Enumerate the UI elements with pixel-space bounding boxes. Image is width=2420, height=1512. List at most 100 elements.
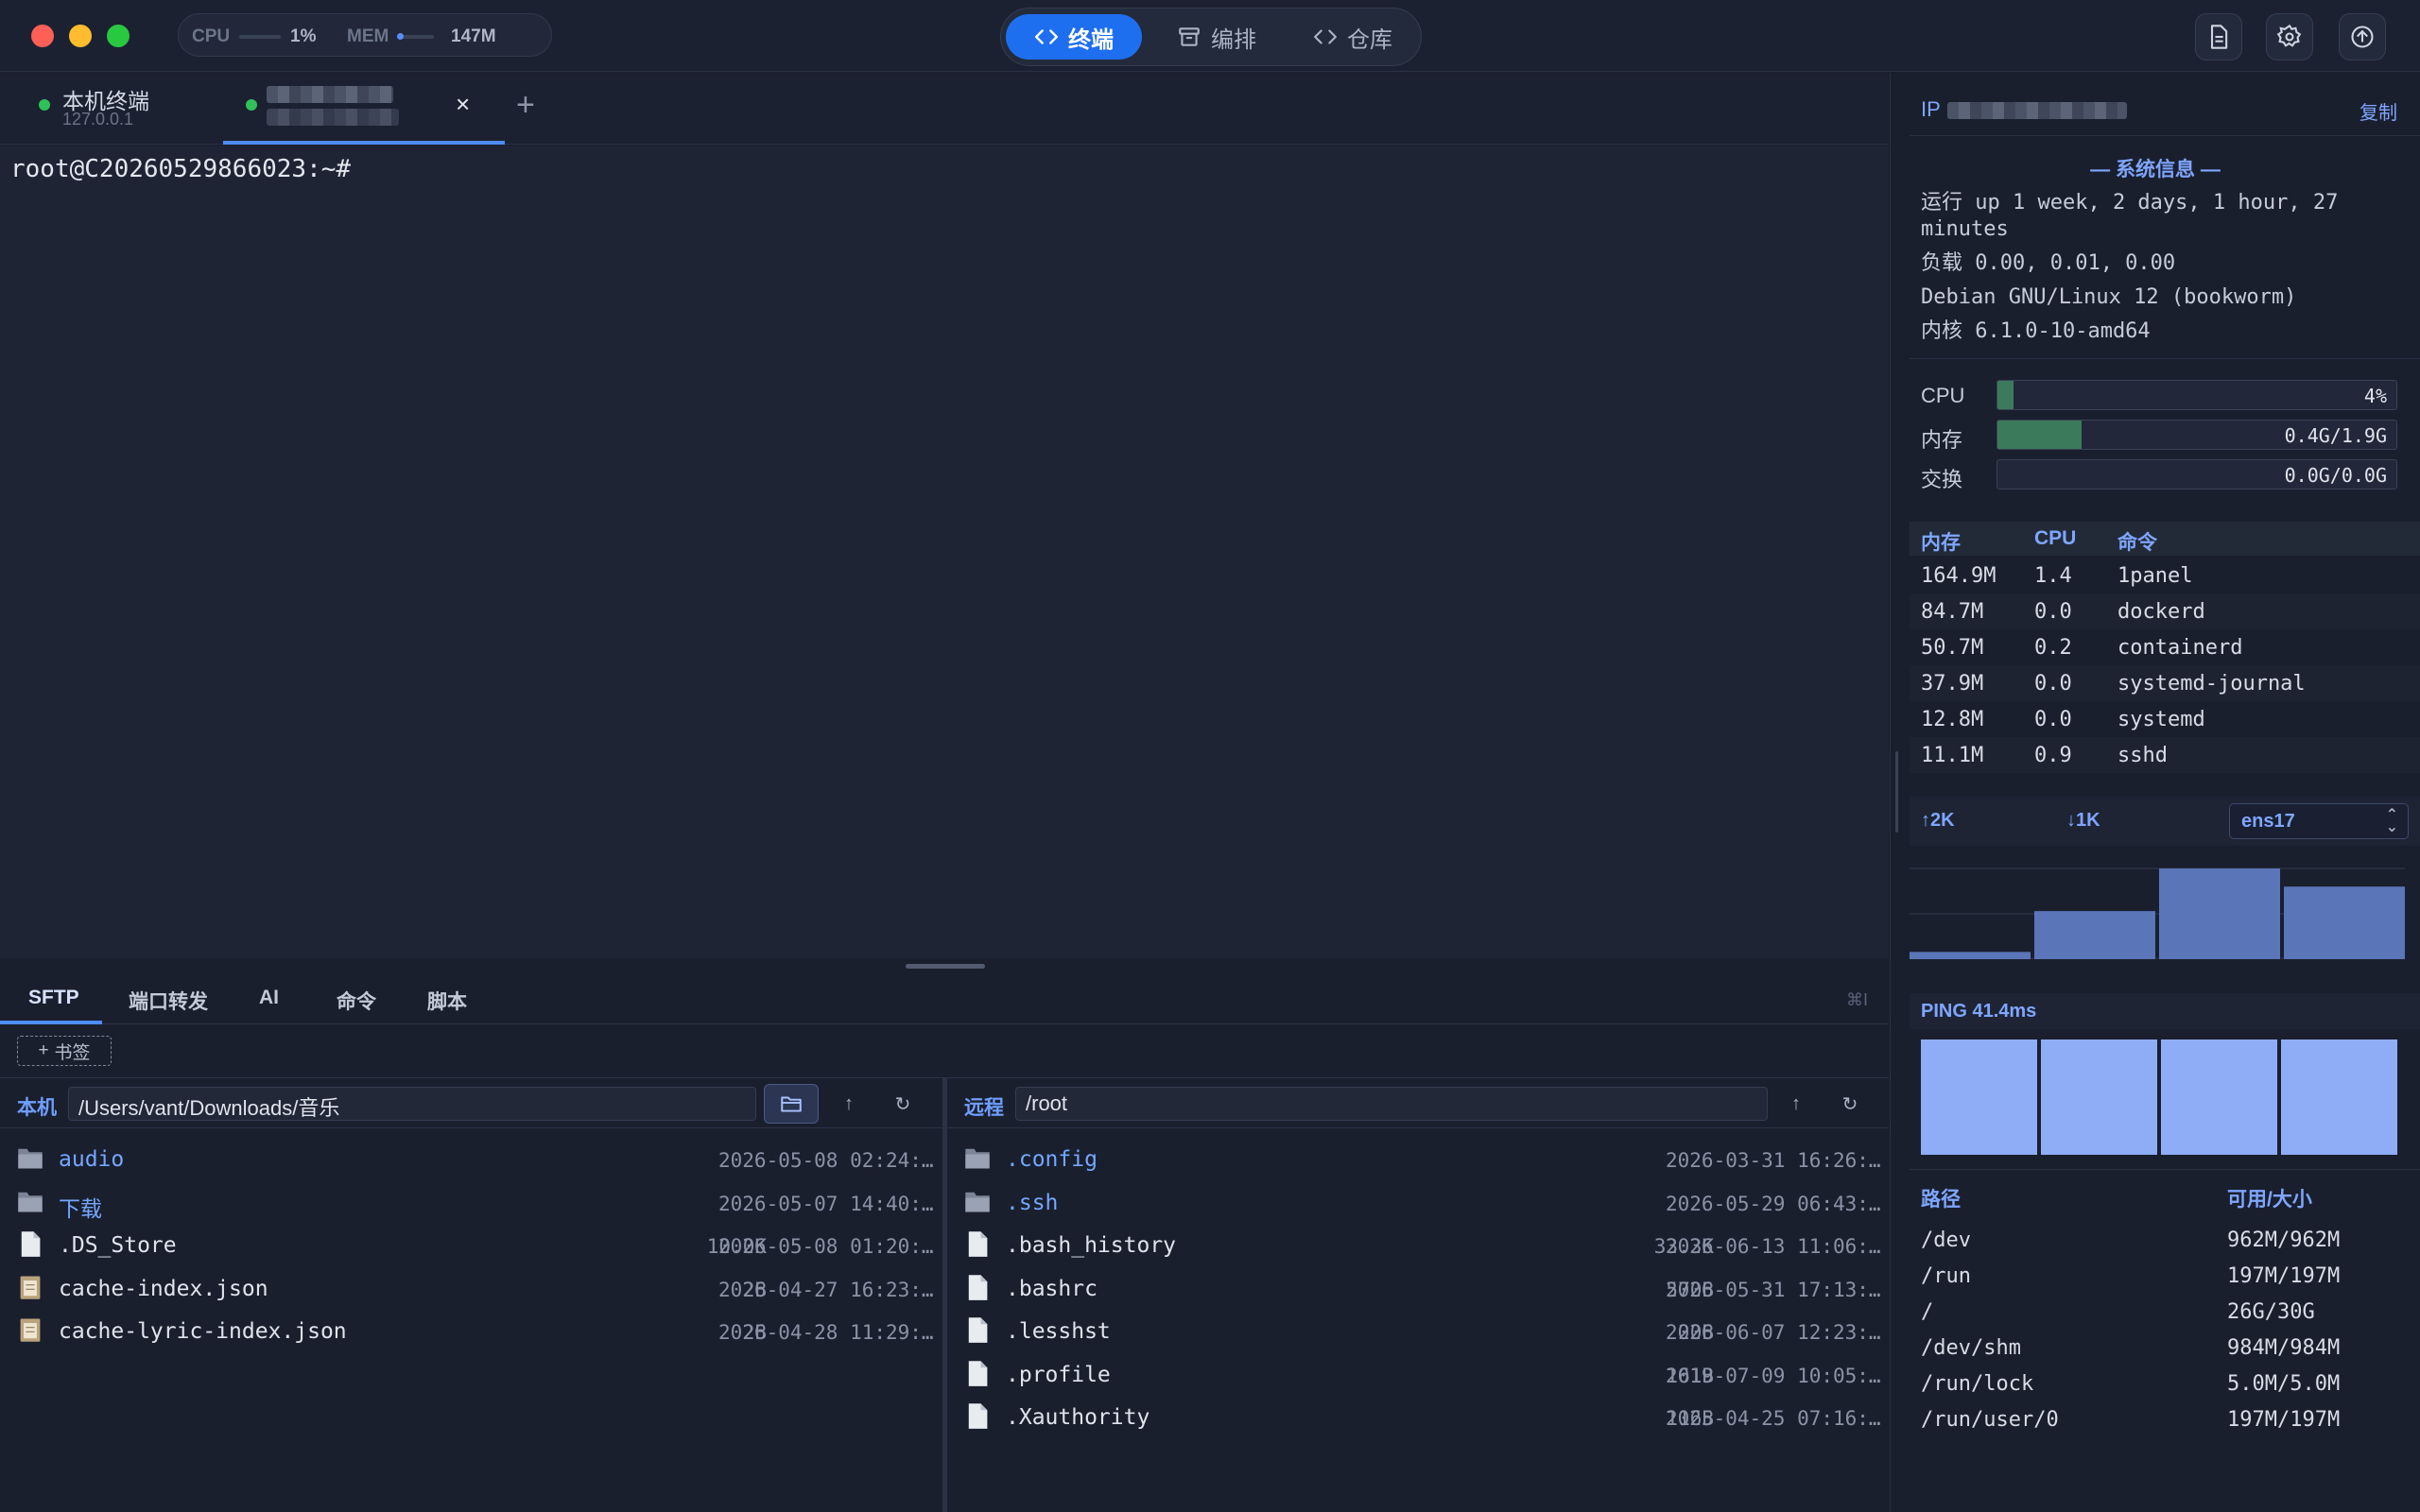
process-cmd: dockerd [2118,600,2205,624]
process-cpu: 0.9 [2034,744,2072,767]
local-path-input[interactable]: /Users/vant/Downloads/音乐 [68,1087,756,1121]
panel-resize-handle[interactable] [906,964,985,969]
copy-ip-button[interactable]: 复制 [2360,97,2397,125]
mode-switcher: 终端 编排 仓库 [1000,8,1422,66]
open-folder-button[interactable] [764,1084,819,1124]
file-name: .config [1006,1147,1098,1172]
document-icon [2210,25,2228,49]
net-download: ↓1K [2066,810,2100,831]
file-date: 2026-05-31 17:13:… [1666,1278,1881,1301]
document-button[interactable] [2195,13,2242,60]
refresh-icon: ↻ [1841,1093,1858,1115]
tab-sftp[interactable]: SFTP [28,987,79,1009]
process-cmd: sshd [2118,744,2168,767]
file-row[interactable]: cache-index.json 2B 2026-04-27 16:23:… [17,1269,943,1313]
sysinfo-title: — 系统信息 — [2090,159,2221,180]
bookmark-label: 书签 [54,1042,91,1063]
pane-divider[interactable] [942,1077,947,1512]
file-row[interactable]: .bash_history 33.3K 2026-06-13 11:06:… [964,1226,1891,1269]
status-dot [246,99,257,111]
tab-commands[interactable]: 命令 [337,987,376,1015]
ping-label: PING 41.4ms [1921,1001,2037,1022]
chart-bar [2284,886,2405,959]
disk-row: /run 197M/197M [1921,1263,2403,1298]
tab-local-terminal[interactable]: 本机终端 127.0.0.1 [0,73,223,145]
chevron-updown-icon: ⌃ ⌄ [2385,807,2398,835]
close-window-button[interactable] [31,25,54,47]
process-cpu: 0.0 [2034,672,2072,696]
local-label: 本机 [17,1097,57,1119]
zoom-window-button[interactable] [107,25,130,47]
disk-row: / 26G/30G [1921,1298,2403,1334]
file-name: .bashrc [1006,1276,1098,1301]
side-panel-resize-handle[interactable] [1895,751,1898,833]
file-name: .profile [1006,1362,1111,1387]
file-row[interactable]: .Xauthority 116B 2025-04-25 07:16:… [964,1398,1891,1441]
tab-scripts[interactable]: 脚本 [427,987,467,1015]
disk-usage: 5.0M/5.0M [2227,1372,2341,1396]
tab-ai[interactable]: AI [259,987,279,1009]
process-mem: 11.1M [1921,744,1984,767]
disk-row: /dev/shm 984M/984M [1921,1334,2403,1370]
disk-usage: 962M/962M [2227,1228,2341,1252]
file-row[interactable]: cache-lyric-index.json 2B 2026-04-28 11:29… [17,1312,943,1355]
add-bookmark-button[interactable]: + 书签 [17,1036,112,1066]
file-row[interactable]: .config 2026-03-31 16:26:… [964,1140,1891,1183]
network-chart [1910,868,2405,959]
disk-path: /run/user/0 [1921,1408,2059,1432]
upload-button[interactable] [2339,13,2386,60]
title-bar: CPU 1% MEM 147M 终端 编排 仓库 [0,0,2420,72]
file-date: 2026-06-13 11:06:… [1666,1235,1881,1258]
mode-terminal-button[interactable]: 终端 [1006,14,1142,60]
file-row[interactable]: .profile 161B 2019-07-09 10:05:… [964,1355,1891,1399]
file-row[interactable]: .bashrc 570B 2026-05-31 17:13:… [964,1269,1891,1313]
chart-bar [2034,911,2155,959]
file-icon [968,1403,988,1429]
ping-chart [1921,1040,2397,1155]
meter-row-cpu: CPU 4% [1921,380,2403,410]
file-row[interactable]: audio 2026-05-08 02:24:… [17,1140,943,1183]
meter-fill [1997,421,2082,449]
file-row[interactable]: .DS_Store 10.0K 2026-05-08 01:20:… [17,1226,943,1269]
file-date: 2026-05-07 14:40:… [718,1192,934,1215]
file-icon [968,1231,988,1257]
close-tab-icon[interactable]: × [456,90,470,119]
shortcut-hint: ⌘I [1845,990,1868,1009]
file-name: .bash_history [1006,1233,1177,1258]
redacted-tab-title [267,86,393,103]
remote-up-button[interactable]: ↑ [1779,1087,1813,1121]
disk-col-path: 路径 [1921,1189,1961,1211]
json-file-icon [20,1275,41,1299]
tab-remote-terminal[interactable]: × [223,73,505,145]
interface-select[interactable]: ens17 ⌃ ⌄ [2229,803,2409,839]
load-text: 负载 0.00, 0.01, 0.00 [1921,251,2176,275]
ip-label: IP [1921,97,1941,121]
remote-refresh-button[interactable]: ↻ [1833,1087,1867,1121]
disk-usage: 197M/197M [2227,1408,2341,1432]
file-row[interactable]: .ssh 2026-05-29 06:43:… [964,1183,1891,1227]
disk-usage: 197M/197M [2227,1264,2341,1288]
chart-bar [2041,1040,2157,1155]
file-row[interactable]: 下载 2026-05-07 14:40:… [17,1183,943,1227]
divider [1910,135,2420,136]
terminal-view[interactable]: root@C20260529866023:~# [0,146,1889,958]
process-row: 12.8M 0.0 systemd [1910,701,2420,737]
process-cpu: 0.0 [2034,708,2072,731]
local-refresh-button[interactable]: ↻ [886,1087,920,1121]
settings-button[interactable] [2266,13,2313,60]
remote-path-input[interactable]: /root [1015,1087,1768,1121]
minimize-window-button[interactable] [69,25,92,47]
add-tab-button[interactable]: + [516,87,535,124]
tab-port-forward[interactable]: 端口转发 [129,987,208,1015]
folder-icon [965,1192,990,1212]
local-up-button[interactable]: ↑ [832,1087,866,1121]
meter-label: 交换 [1921,468,1963,491]
cpu-bar [239,35,281,39]
meter-value: 0.4G/1.9G [2284,424,2387,447]
mode-compose-button[interactable]: 编排 [1152,14,1281,60]
file-date: 2026-03-31 16:26:… [1666,1149,1881,1172]
file-name: .lesshst [1006,1319,1111,1344]
file-icon [968,1274,988,1300]
mode-repo-button[interactable]: 仓库 [1288,14,1417,60]
file-row[interactable]: .lesshst 20B 2026-06-07 12:23:… [964,1312,1891,1355]
